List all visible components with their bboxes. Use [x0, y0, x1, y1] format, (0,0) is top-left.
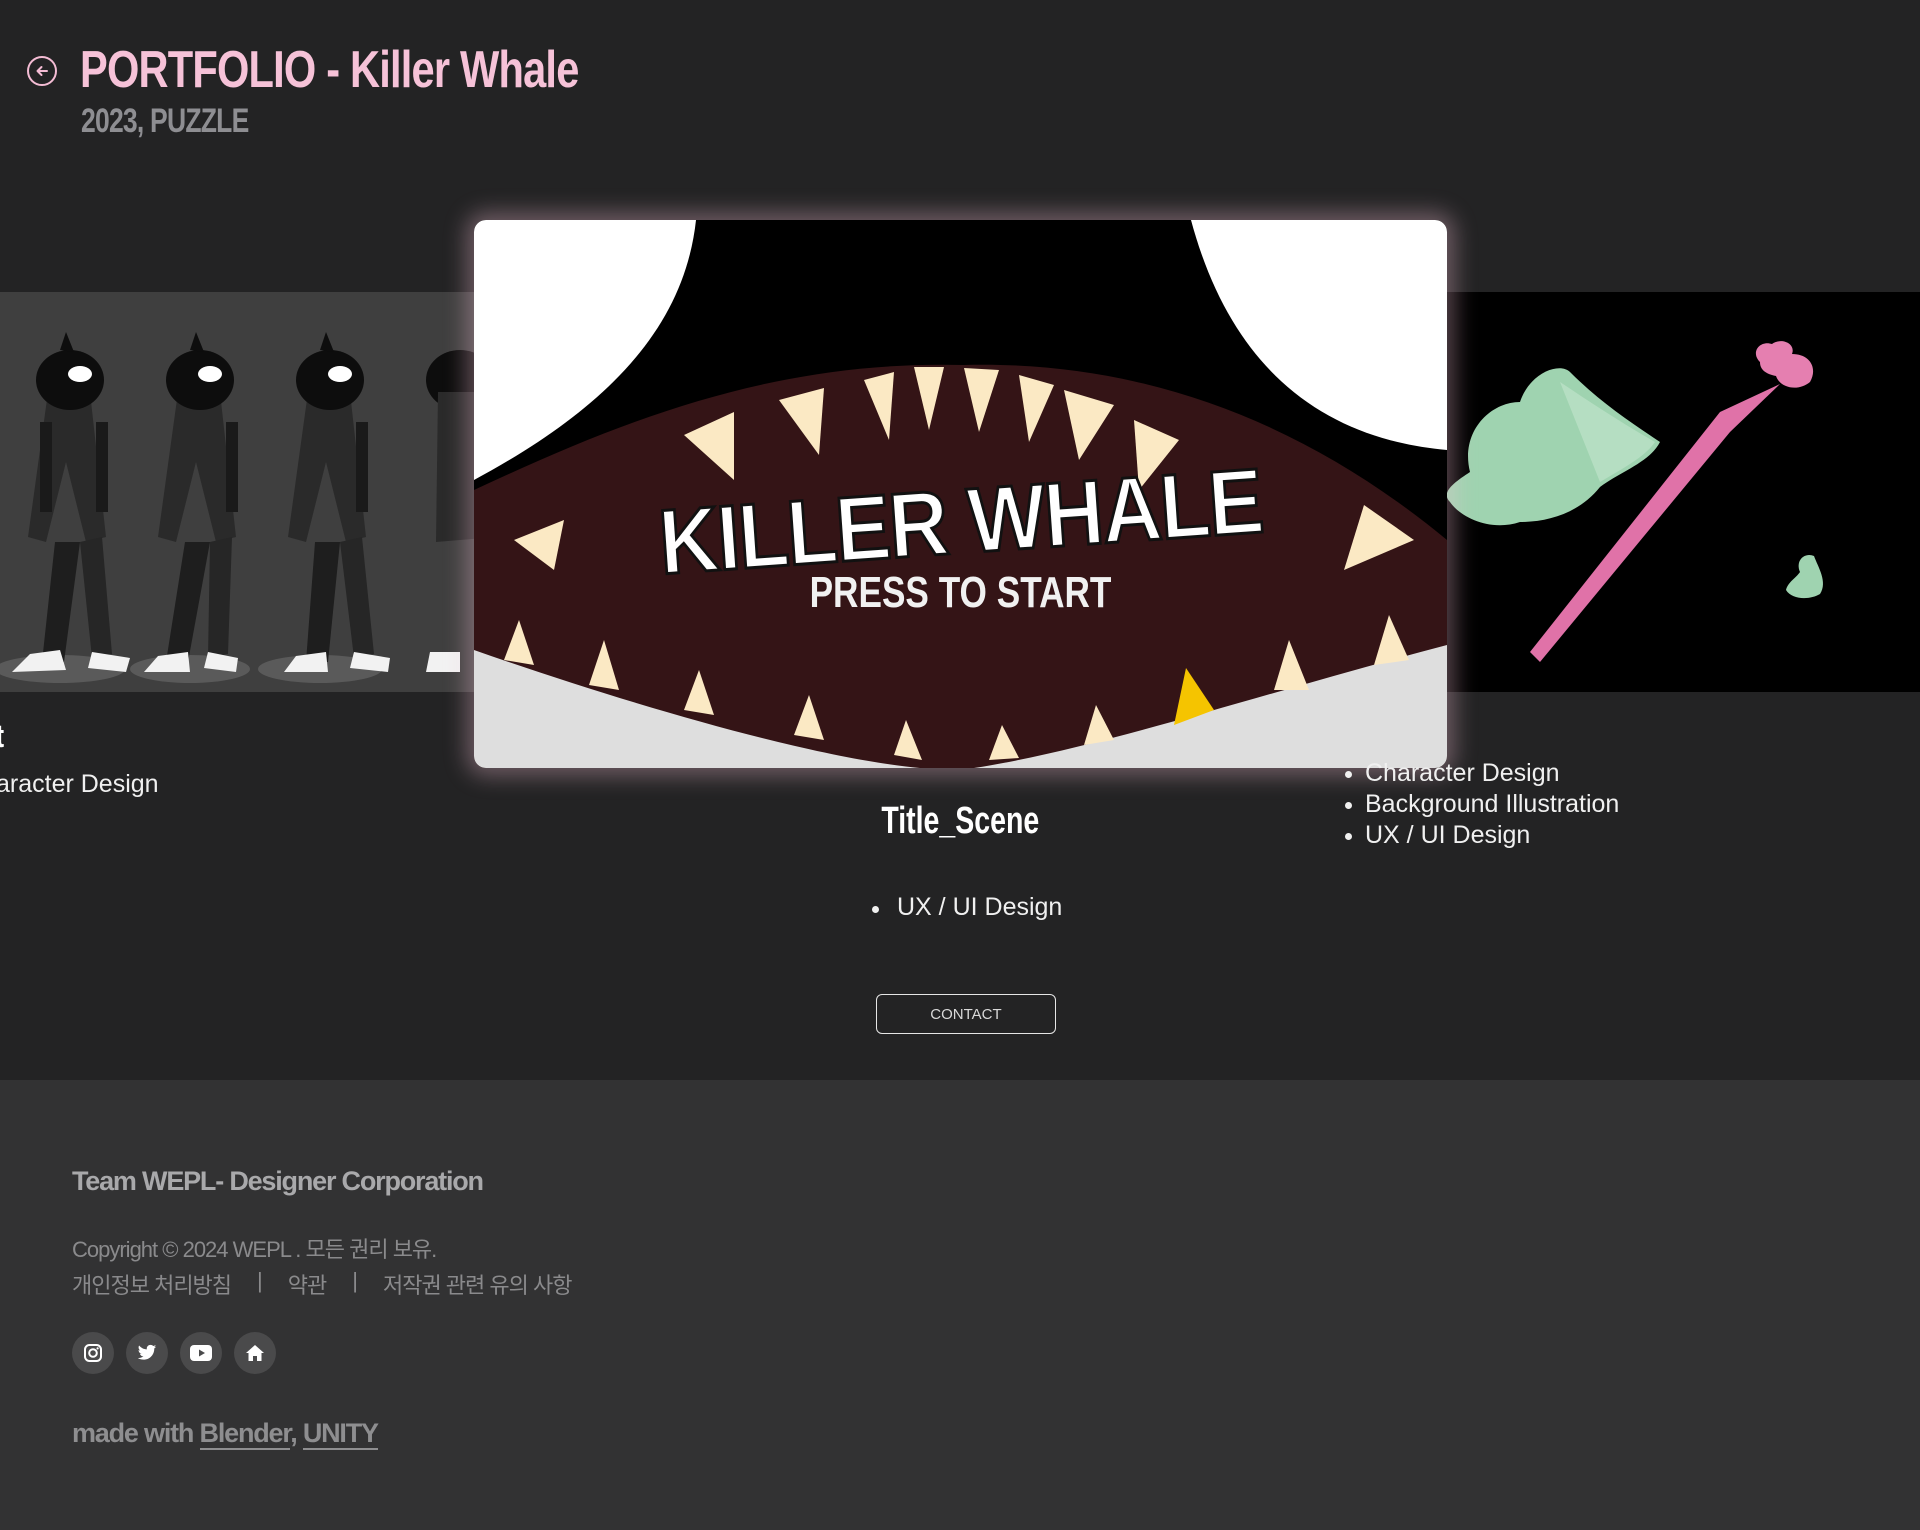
home-button[interactable] [234, 1332, 276, 1374]
footer-title: Team WEPL- Designer Corporation [72, 1166, 484, 1196]
social-links [72, 1332, 276, 1374]
twitter-icon [137, 1344, 157, 1360]
instagram-icon [84, 1344, 102, 1362]
back-button[interactable] [27, 56, 57, 86]
link-separator: | [257, 1268, 263, 1293]
page-title: PORTFOLIO - Killer Whale [80, 41, 579, 99]
contact-button[interactable]: CONTACT [876, 994, 1056, 1034]
tools-separator: , [290, 1418, 298, 1448]
made-with: made with Blender, UNITY [72, 1418, 379, 1450]
twitter-button[interactable] [126, 1332, 168, 1374]
left-slide-item: aracter Design [0, 770, 159, 798]
left-slide-title: rt [0, 718, 4, 755]
carousel-slide-left[interactable] [0, 292, 520, 692]
character-walk-illustration [0, 292, 520, 692]
slide-caption-text: Title_Scene [881, 800, 1039, 842]
page-subtitle: 2023, PUZZLE [81, 102, 249, 140]
puzzle-pieces-illustration [1400, 292, 1920, 692]
home-icon [246, 1345, 264, 1361]
carousel-slide-right[interactable] [1400, 292, 1920, 692]
footer: Team WEPL- Designer Corporation Copyrigh… [0, 1080, 1920, 1530]
press-to-start: PRESS TO START [809, 568, 1112, 617]
made-with-prefix: made with [72, 1418, 194, 1448]
terms-link[interactable]: 약관 [288, 1268, 327, 1300]
copyright-notice-link[interactable]: 저작권 관련 유의 사항 [383, 1268, 572, 1300]
copyright: Copyright © 2024 WEPL . 모든 권리 보유. [72, 1237, 437, 1262]
list-item: Character Design [1345, 758, 1619, 789]
footer-links: 개인정보 처리방침 | 약관 | 저작권 관련 유의 사항 [72, 1268, 572, 1300]
link-separator: | [352, 1268, 358, 1293]
arrow-left-circle-icon [36, 66, 48, 76]
blender-link[interactable]: Blender [199, 1418, 291, 1450]
privacy-policy-link[interactable]: 개인정보 처리방침 [72, 1268, 232, 1300]
page-header: PORTFOLIO - Killer Whale 2023, PUZZLE [0, 0, 1920, 160]
instagram-button[interactable] [72, 1332, 114, 1374]
carousel-slide-main[interactable]: KILLER WHALE PRESS TO START [474, 220, 1447, 768]
youtube-icon [190, 1345, 212, 1361]
slide-caption-title: Title_Scene [0, 800, 1920, 843]
unity-link[interactable]: UNITY [302, 1418, 379, 1450]
main-slide-features: UX / UI Design [872, 893, 1062, 922]
list-item: UX / UI Design [872, 893, 1062, 922]
youtube-button[interactable] [180, 1332, 222, 1374]
